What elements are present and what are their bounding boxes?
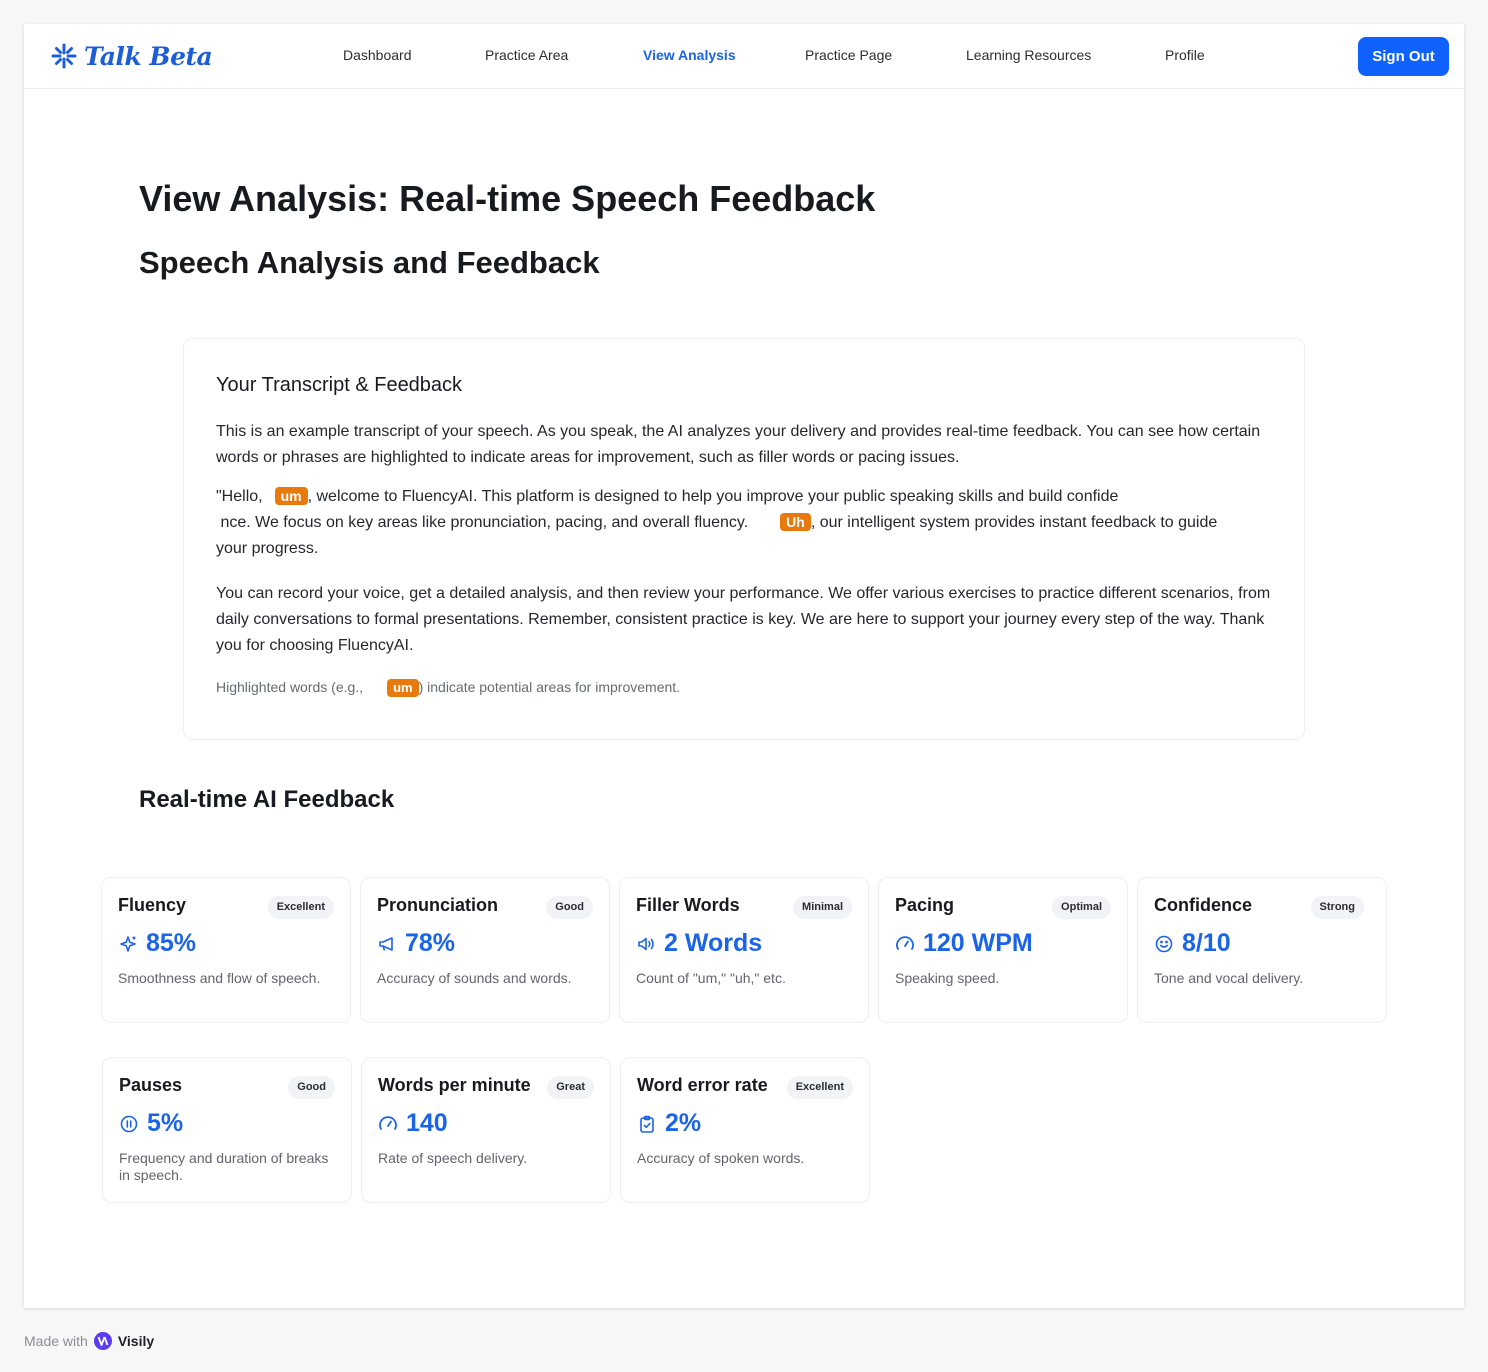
metric-value: 8/10 <box>1182 929 1231 957</box>
transcript-intro: This is an example transcript of your sp… <box>216 419 1276 471</box>
gauge-icon <box>896 935 914 950</box>
gauge-icon <box>379 1115 397 1130</box>
visily-logo-icon <box>93 1332 112 1350</box>
filler-word-highlight[interactable]: Uh <box>780 513 811 531</box>
metric-title: Pronunciation <box>377 895 498 915</box>
metric-description: Accuracy of sounds and words. <box>377 970 572 986</box>
paragraph-line: you for choosing FluencyAI. <box>216 637 414 654</box>
sign-out-button[interactable]: Sign Out <box>1358 37 1449 76</box>
highlight-note: Highlighted words (e.g., um) indicate pot… <box>216 679 680 697</box>
quote-text: "Hello, <box>216 488 263 505</box>
metric-card-pronunciation[interactable]: Pronunciation Good 78% Accuracy of sound… <box>360 877 610 1023</box>
page-subtitle: Speech Analysis and Feedback <box>139 245 600 280</box>
metric-value: 2 Words <box>664 929 763 957</box>
status-badge: Minimal <box>793 896 852 919</box>
metric-title: Pauses <box>119 1075 183 1095</box>
metric-value: 85% <box>146 929 197 957</box>
metric-title: Pacing <box>895 895 955 915</box>
status-badge: Strong <box>1310 896 1364 919</box>
brand-logo[interactable]: Talk Beta <box>50 38 213 74</box>
note-text: Highlighted words (e.g., <box>216 679 364 695</box>
quote-text: , our intelligent system provides instan… <box>810 514 1218 531</box>
status-badge: Excellent <box>267 896 334 919</box>
metric-title: Confidence <box>1154 895 1253 915</box>
pause-circle-icon <box>120 1115 138 1132</box>
paragraph-line: You can record your voice, get a detaile… <box>216 585 1271 602</box>
status-badge: Optimal <box>1052 896 1111 919</box>
transcript-card: Your Transcript & Feedback This is an ex… <box>183 338 1305 740</box>
metric-value: 78% <box>405 929 456 957</box>
clipboard-check-icon <box>640 1115 654 1133</box>
smile-icon <box>1155 935 1173 952</box>
visily-brand: Visily <box>117 1333 155 1349</box>
megaphone-icon <box>379 936 393 951</box>
nav-view-analysis[interactable]: View Analysis <box>643 47 736 63</box>
made-with-label: Made with <box>24 1333 88 1349</box>
metric-description: Accuracy of spoken words. <box>637 1150 805 1166</box>
paragraph-line: daily conversations to formal presentati… <box>216 611 1265 628</box>
nav-practice-page[interactable]: Practice Page <box>805 47 892 63</box>
quote-text: your progress. <box>216 540 319 557</box>
feedback-section-title: Real-time AI Feedback <box>139 786 395 813</box>
metric-description: Tone and vocal delivery. <box>1154 970 1304 986</box>
made-with-footer[interactable]: Made with Visily <box>24 1331 154 1351</box>
asterisk-logo-icon <box>51 43 77 69</box>
nav-dashboard[interactable]: Dashboard <box>343 47 412 63</box>
nav-learning-resources[interactable]: Learning Resources <box>966 47 1091 63</box>
metric-value: 140 <box>406 1109 448 1137</box>
transcript-paragraph: You can record your voice, get a detaile… <box>216 581 1276 659</box>
brand-name: Talk Beta <box>84 41 213 71</box>
metric-card-fluency[interactable]: Fluency Excellent 85% Smoothness and flo… <box>101 877 351 1023</box>
page-title: View Analysis: Real-time Speech Feedback <box>139 178 876 219</box>
metric-title: Filler Words <box>636 895 740 915</box>
metric-card-word-error-rate[interactable]: Word error rate Excellent 2% Accuracy of… <box>620 1057 870 1203</box>
metric-description: Smoothness and flow of speech. <box>118 970 321 986</box>
intro-line: words or phrases are highlighted to indi… <box>216 449 960 466</box>
metric-card-filler-words[interactable]: Filler Words Minimal 2 Words Count of "u… <box>619 877 869 1023</box>
metric-card-pacing[interactable]: Pacing Optimal 120 WPM Speaking speed. <box>878 877 1128 1023</box>
example-highlight: um <box>387 679 419 697</box>
metric-card-confidence[interactable]: Confidence Strong 8/10 Tone and vocal de… <box>1137 877 1387 1023</box>
note-text: ) indicate potential areas for improveme… <box>418 679 681 695</box>
metric-description: Rate of speech delivery. <box>378 1150 528 1166</box>
metric-description: Speaking speed. <box>895 970 1000 986</box>
intro-line: This is an example transcript of your sp… <box>216 423 1261 440</box>
volume-icon <box>638 937 654 950</box>
transcript-quote: "Hello, um, welcome to FluencyAI. This pl… <box>216 484 1276 562</box>
filler-word-highlight[interactable]: um <box>274 487 308 505</box>
quote-text: nce. We focus on key areas like pronunci… <box>216 514 749 531</box>
nav-profile[interactable]: Profile <box>1165 47 1205 63</box>
metric-value: 2% <box>665 1109 702 1137</box>
metric-title: Words per minute <box>378 1075 531 1095</box>
metric-value: 5% <box>147 1109 184 1137</box>
sparkle-icon <box>120 935 136 952</box>
status-badge: Great <box>547 1076 594 1099</box>
quote-text: , welcome to FluencyAI. This platform is… <box>307 488 1119 505</box>
app-frame: Talk Beta Dashboard Practice Area View A… <box>24 24 1464 1308</box>
status-badge: Excellent <box>786 1076 853 1099</box>
metric-title: Word error rate <box>637 1075 768 1095</box>
status-badge: Good <box>288 1076 335 1099</box>
metric-card-words-per-minute[interactable]: Words per minute Great 140 Rate of speec… <box>361 1057 611 1203</box>
metric-value: 120 WPM <box>923 929 1033 957</box>
metric-title: Fluency <box>118 895 187 915</box>
top-navbar: Talk Beta Dashboard Practice Area View A… <box>24 24 1464 89</box>
metric-description: Frequency and duration of breaks in spee… <box>119 1150 329 1183</box>
transcript-title: Your Transcript & Feedback <box>216 374 463 396</box>
nav-practice-area[interactable]: Practice Area <box>485 47 568 63</box>
status-badge: Good <box>546 896 593 919</box>
metric-card-pauses[interactable]: Pauses Good 5% Frequency and duration of… <box>102 1057 352 1203</box>
metric-description: Count of "um," "uh," etc. <box>636 970 786 986</box>
